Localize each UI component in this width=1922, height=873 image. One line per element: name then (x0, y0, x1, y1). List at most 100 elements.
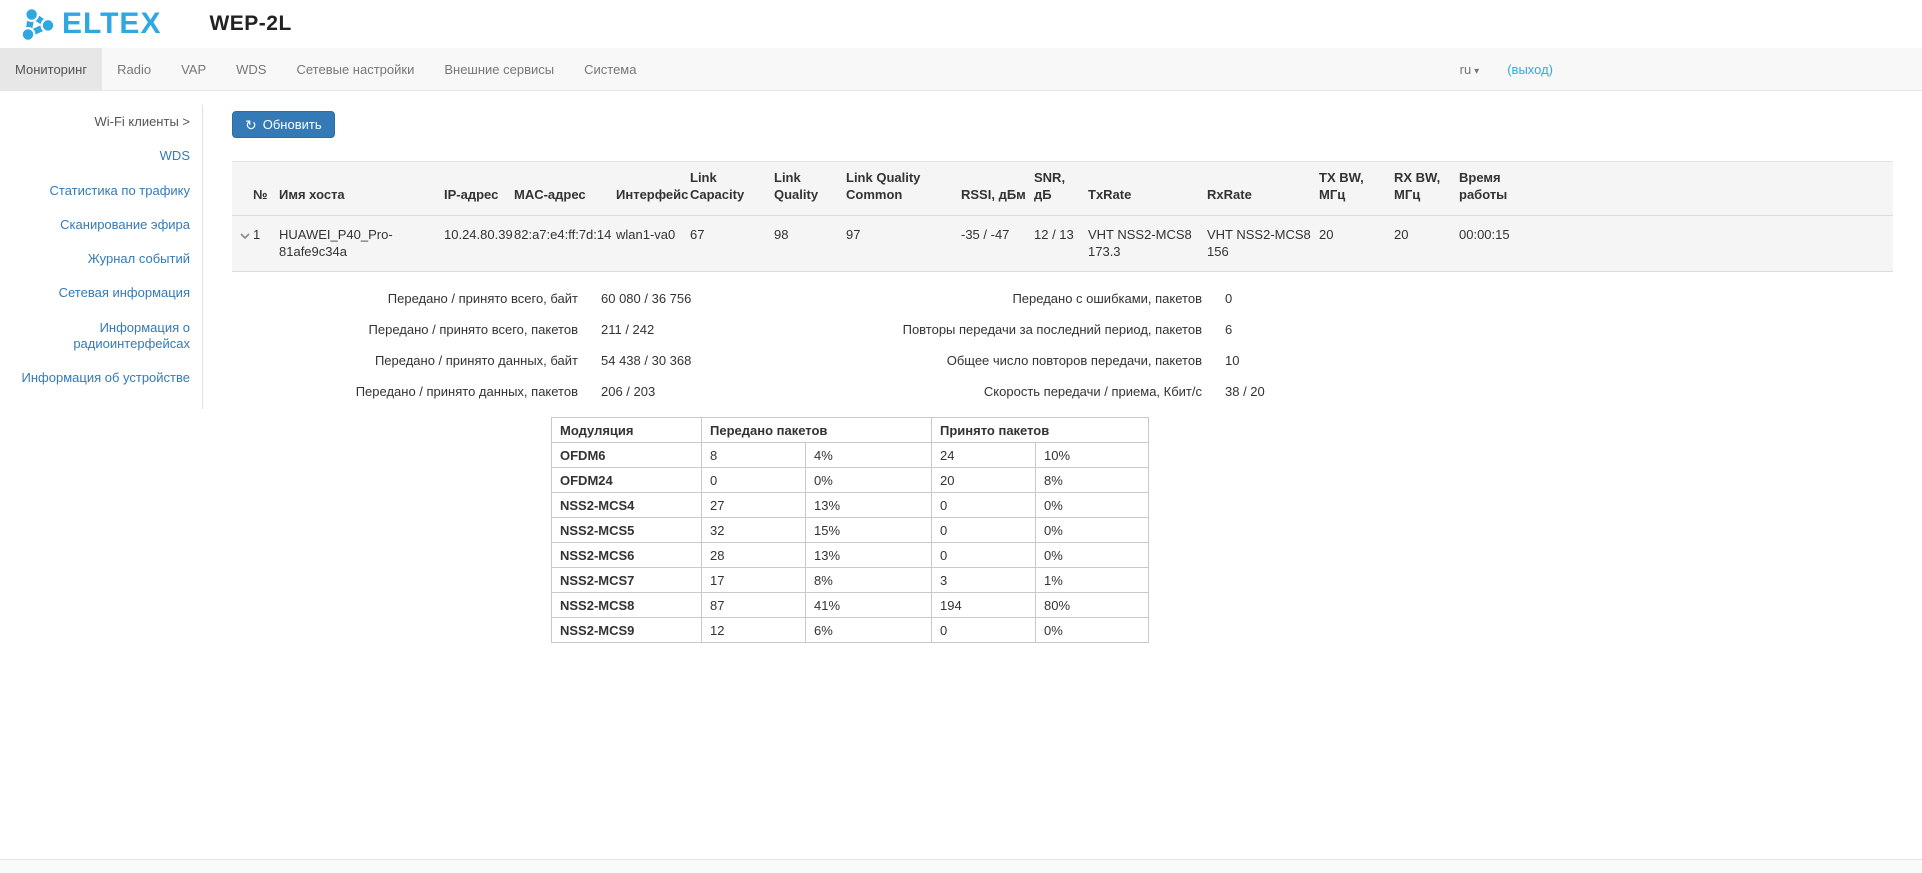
client-row[interactable]: 1 HUAWEI_P40_Pro-81afe9c34a 10.24.80.39 … (232, 215, 1893, 271)
client-interface: wlan1-va0 (616, 215, 690, 271)
client-link-quality-common: 97 (846, 215, 961, 271)
tab-radio[interactable]: Radio (102, 48, 166, 90)
stat-value: 10 (1202, 346, 1893, 377)
modulation-name: NSS2-MCS8 (552, 593, 702, 618)
sidebar-item-air-scan[interactable]: Сканирование эфира (0, 208, 202, 242)
language-dropdown[interactable]: ru▾ (1460, 62, 1480, 77)
col-rxrate: RxRate (1207, 162, 1319, 216)
col-mac: MAC-адрес (514, 162, 616, 216)
col-uptime: Время работы (1459, 162, 1893, 216)
stat-label: Передано с ошибками, пакетов (830, 284, 1202, 315)
client-mac: 82:a7:e4:ff:7d:14 (514, 215, 616, 271)
mod-col-tx: Передано пакетов (702, 418, 932, 443)
clients-header-row: № Имя хоста IP-адрес MAC-адрес Интерфейс… (232, 162, 1893, 216)
modulation-row: NSS2-MCS6 28 13% 0 0% (552, 543, 1149, 568)
tx-count: 27 (702, 493, 806, 518)
client-rx-bw: 20 (1394, 215, 1459, 271)
eltex-logo: ELTEX (18, 6, 161, 43)
stat-label: Передано / принято данных, пакетов (232, 377, 578, 408)
rx-count: 0 (932, 618, 1036, 643)
col-link-quality: Link Quality (774, 162, 846, 216)
tx-count: 0 (702, 468, 806, 493)
rx-count: 0 (932, 543, 1036, 568)
sidebar-item-network-info[interactable]: Сетевая информация (0, 276, 202, 310)
col-rx-bw: RX BW, МГц (1394, 162, 1459, 216)
client-rxrate: VHT NSS2-MCS8 156 (1207, 215, 1319, 271)
sidebar-item-radio-interfaces-info[interactable]: Информация о радиоинтерфейсах (0, 311, 202, 362)
stat-value: 54 438 / 30 368 (578, 346, 830, 377)
col-link-quality-common: Link Quality Common (846, 162, 961, 216)
stat-value: 60 080 / 36 756 (578, 284, 830, 315)
top-navbar: Мониторинг Radio VAP WDS Сетевые настрой… (0, 48, 1922, 91)
col-rssi: RSSI, дБм (961, 162, 1034, 216)
col-tx-bw: TX BW, МГц (1319, 162, 1394, 216)
tab-wds[interactable]: WDS (221, 48, 281, 90)
stat-label: Передано / принято данных, байт (232, 346, 578, 377)
nav-tabs: Мониторинг Radio VAP WDS Сетевые настрой… (0, 48, 651, 90)
modulation-name: NSS2-MCS9 (552, 618, 702, 643)
modulation-table: Модуляция Передано пакетов Принято пакет… (551, 417, 1149, 643)
rx-count: 20 (932, 468, 1036, 493)
nav-right: ru▾ (выход) (1460, 48, 1553, 91)
tab-external-services[interactable]: Внешние сервисы (429, 48, 569, 90)
modulation-row: NSS2-MCS8 87 41% 194 80% (552, 593, 1149, 618)
col-interface: Интерфейс (616, 162, 690, 216)
mod-col-modulation: Модуляция (552, 418, 702, 443)
modulation-name: OFDM6 (552, 443, 702, 468)
client-link-quality: 98 (774, 215, 846, 271)
app-header: ELTEX WEP-2L (0, 0, 1922, 48)
refresh-button[interactable]: ↻ Обновить (232, 111, 335, 138)
col-uptime-label: Время работы (1459, 170, 1517, 204)
sidebar-menu: Wi-Fi клиенты > WDS Статистика по трафик… (0, 105, 203, 409)
chevron-down-icon: ▾ (1474, 66, 1479, 77)
client-ip: 10.24.80.39 (444, 215, 514, 271)
logout-link[interactable]: (выход) (1507, 62, 1553, 77)
rx-count: 3 (932, 568, 1036, 593)
tx-count: 32 (702, 518, 806, 543)
modulation-row: OFDM6 8 4% 24 10% (552, 443, 1149, 468)
stat-value: 211 / 242 (578, 315, 830, 346)
modulation-header-row: Модуляция Передано пакетов Принято пакет… (552, 418, 1149, 443)
modulation-name: OFDM24 (552, 468, 702, 493)
eltex-logo-icon (18, 6, 58, 43)
tx-pct: 13% (806, 493, 932, 518)
modulation-row: NSS2-MCS4 27 13% 0 0% (552, 493, 1149, 518)
mod-col-rx: Принято пакетов (932, 418, 1149, 443)
tx-pct: 15% (806, 518, 932, 543)
stat-label: Общее число повторов передачи, пакетов (830, 346, 1202, 377)
client-num: 1 (253, 215, 279, 271)
modulation-table-wrap: Модуляция Передано пакетов Принято пакет… (551, 417, 1893, 643)
tx-count: 87 (702, 593, 806, 618)
stat-value: 38 / 20 (1202, 377, 1893, 408)
language-value: ru (1460, 62, 1472, 77)
rx-pct: 0% (1036, 618, 1149, 643)
stat-value: 0 (1202, 284, 1893, 315)
stat-label: Скорость передачи / приема, Кбит/с (830, 377, 1202, 408)
row-expander[interactable] (232, 215, 253, 271)
tab-system[interactable]: Система (569, 48, 651, 90)
content: ↻ Обновить № Имя хоста IP-адрес (203, 91, 1922, 643)
refresh-button-label: Обновить (263, 117, 322, 132)
stat-label: Повторы передачи за последний период, па… (830, 315, 1202, 346)
rx-pct: 10% (1036, 443, 1149, 468)
rx-pct: 8% (1036, 468, 1149, 493)
sidebar-item-wifi-clients[interactable]: Wi-Fi клиенты > (0, 105, 202, 139)
page: ELTEX WEP-2L Мониторинг Radio VAP WDS Се… (0, 0, 1922, 873)
sidebar-item-event-log[interactable]: Журнал событий (0, 242, 202, 276)
col-link-capacity: Link Capacity (690, 162, 774, 216)
tx-pct: 0% (806, 468, 932, 493)
tab-vap[interactable]: VAP (166, 48, 221, 90)
col-num: № (253, 162, 279, 216)
main-area: Wi-Fi клиенты > WDS Статистика по трафик… (0, 91, 1922, 643)
tab-monitoring[interactable]: Мониторинг (0, 48, 102, 90)
modulation-row: NSS2-MCS7 17 8% 3 1% (552, 568, 1149, 593)
rx-count: 24 (932, 443, 1036, 468)
modulation-row: NSS2-MCS5 32 15% 0 0% (552, 518, 1149, 543)
modulation-name: NSS2-MCS5 (552, 518, 702, 543)
rx-pct: 0% (1036, 518, 1149, 543)
sidebar-item-device-info[interactable]: Информация об устройстве (0, 361, 202, 395)
sidebar-item-wds[interactable]: WDS (0, 139, 202, 173)
sidebar-item-traffic-statistics[interactable]: Статистика по трафику (0, 174, 202, 208)
tab-network-settings[interactable]: Сетевые настройки (281, 48, 429, 90)
col-ip: IP-адрес (444, 162, 514, 216)
